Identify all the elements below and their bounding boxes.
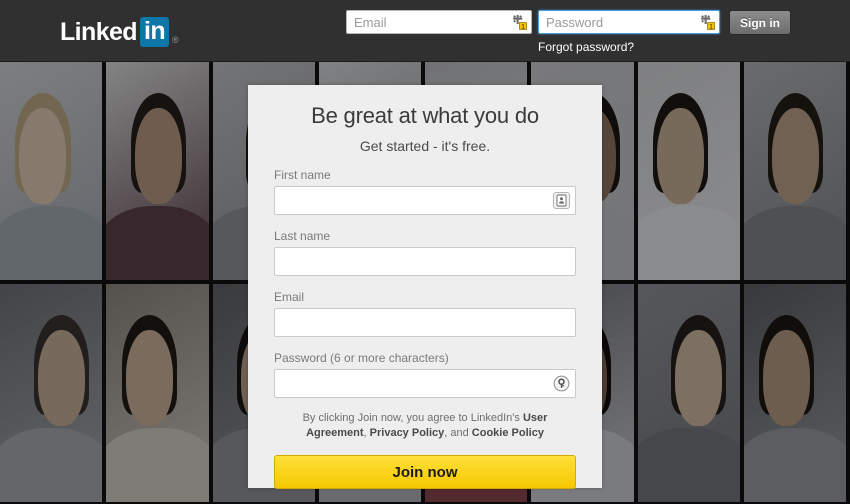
password-input[interactable] [274, 369, 576, 398]
last-name-field-row [274, 247, 576, 276]
email-field-row [274, 308, 576, 337]
legal-separator-2: , and [444, 427, 472, 439]
header-password-input[interactable] [538, 10, 720, 34]
background-portrait-photo [743, 62, 850, 284]
svg-text:1: 1 [521, 23, 525, 30]
linkedin-signup-page: Linked in ® 1 [0, 0, 850, 504]
linkedin-logo[interactable]: Linked in ® [60, 17, 179, 47]
email-label: Email [274, 290, 305, 304]
header-password-field-wrapper: 1 [538, 10, 720, 34]
header-email-field-wrapper: 1 [346, 10, 532, 34]
background-portrait-photo [106, 284, 213, 504]
logo-in-box: in [139, 17, 169, 47]
cookie-policy-link[interactable]: Cookie Policy [472, 427, 544, 439]
last-name-field-group: Last name [274, 229, 576, 276]
background-portrait-photo [637, 284, 744, 504]
first-name-field-group: First name [274, 168, 576, 215]
last-name-input[interactable] [274, 247, 576, 276]
key-circle-icon[interactable] [553, 375, 570, 392]
first-name-input[interactable] [274, 186, 576, 215]
header-email-input[interactable] [346, 10, 532, 34]
logo-word: Linked [60, 17, 138, 46]
background-portrait-photo [743, 284, 850, 504]
background-portrait-photo [0, 62, 107, 284]
privacy-policy-link[interactable]: Privacy Policy [370, 427, 445, 439]
join-now-button[interactable]: Join now [274, 455, 576, 489]
email-field-group: Email [274, 290, 576, 337]
contact-card-autofill-icon[interactable] [553, 192, 570, 209]
card-subtitle: Get started - it's free. [359, 138, 491, 154]
password-label: Password (6 or more characters) [274, 351, 449, 365]
sign-in-button[interactable]: Sign in [729, 10, 791, 35]
background-portrait-photo [106, 62, 213, 284]
background-portrait-photo [0, 284, 107, 504]
signup-card: Be great at what you do Get started - it… [248, 85, 602, 489]
first-name-label: First name [274, 168, 331, 182]
registered-trademark-icon: ® [172, 35, 179, 45]
svg-text:1: 1 [709, 23, 713, 30]
legal-prefix: By clicking Join now, you agree to Linke… [302, 412, 523, 424]
top-header-bar: Linked in ® 1 [0, 0, 850, 62]
forgot-password-link[interactable]: Forgot password? [538, 40, 634, 54]
card-title: Be great at what you do [311, 103, 539, 128]
password-field-group: Password (6 or more characters) [274, 351, 576, 398]
password-manager-icon[interactable]: 1 [511, 14, 527, 30]
legal-terms-text: By clicking Join now, you agree to Linke… [274, 411, 576, 441]
first-name-field-row [274, 186, 576, 215]
password-field-row [274, 369, 576, 398]
last-name-label: Last name [274, 229, 331, 243]
password-manager-icon[interactable]: 1 [699, 14, 715, 30]
email-input[interactable] [274, 308, 576, 337]
background-portrait-photo [637, 62, 744, 284]
